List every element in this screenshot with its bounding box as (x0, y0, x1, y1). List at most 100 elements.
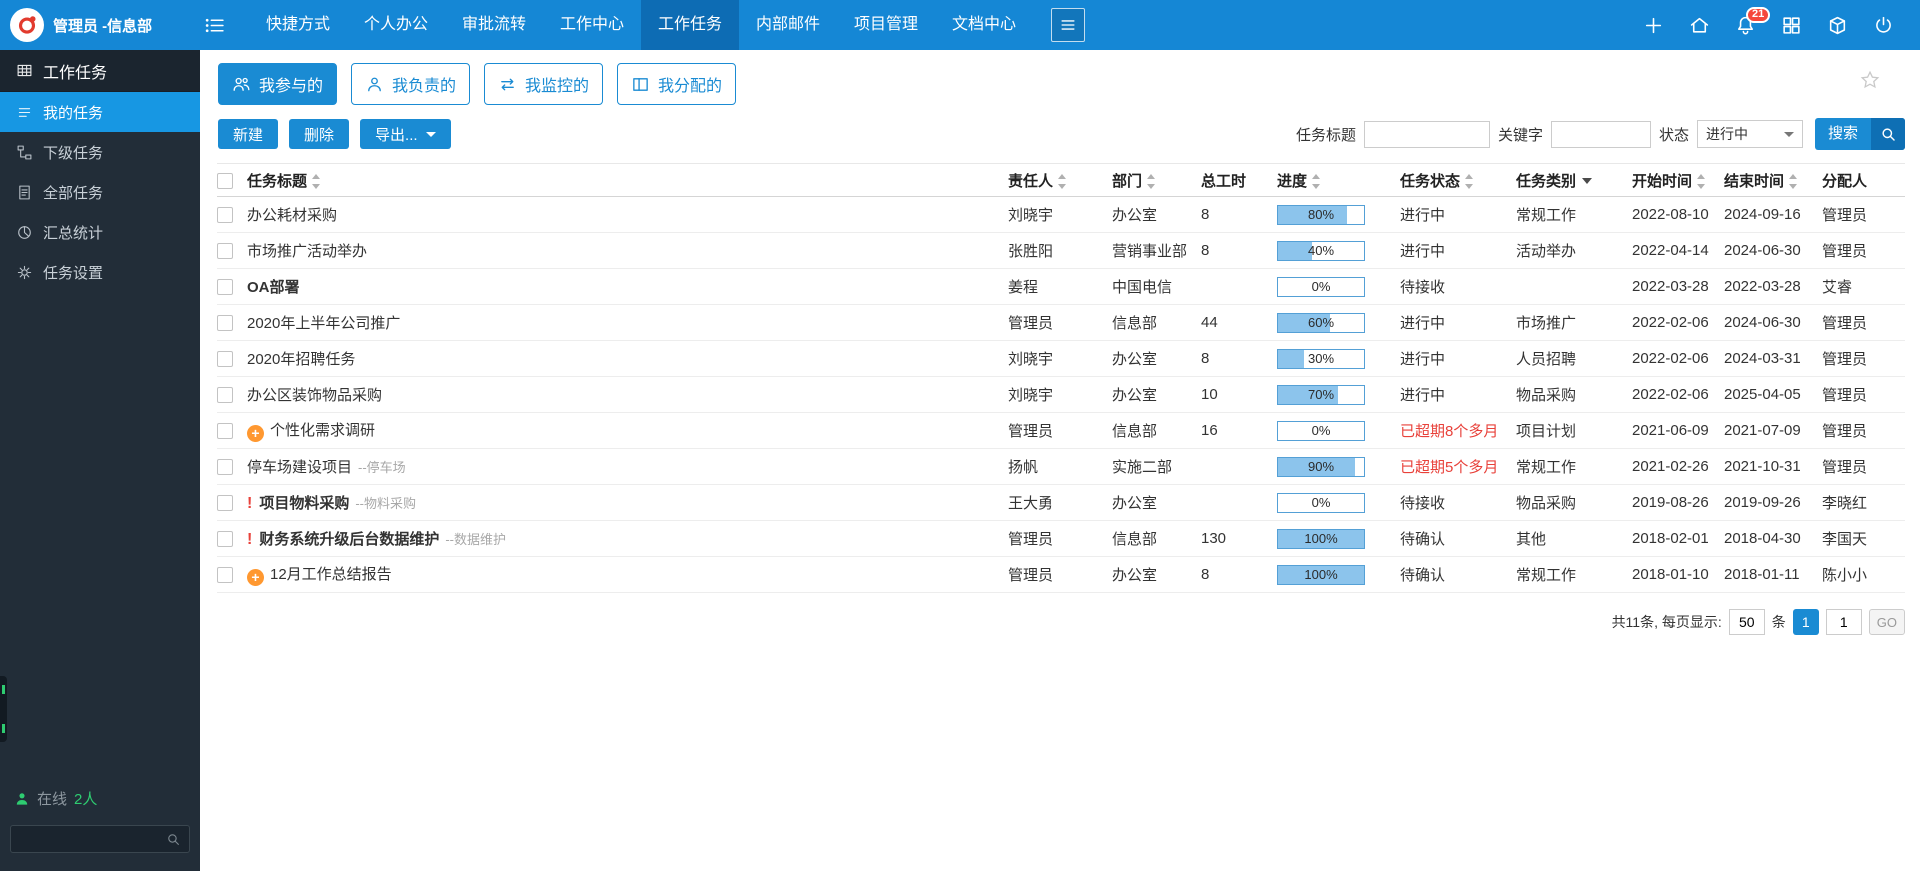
task-title[interactable]: 12月工作总结报告 (270, 566, 392, 583)
task-row[interactable]: 2020年招聘任务 刘晓宇 办公室 8 30% 进行中 人员招聘 2022-02… (217, 340, 1905, 377)
sort-arrows-icon[interactable] (1058, 173, 1067, 189)
favorite-star-icon[interactable] (1860, 70, 1880, 90)
row-checkbox[interactable] (217, 423, 233, 440)
go-button[interactable]: GO (1868, 609, 1905, 635)
task-title[interactable]: 财务系统升级后台数据维护 (259, 531, 439, 548)
delete-button[interactable]: 删除 (289, 119, 350, 149)
topbar-menu-item[interactable]: 文档中心 (935, 0, 1033, 50)
task-row[interactable]: OA部署 姜程 中国电信 0% 待接收 2022-03-28 2022-03-2 (217, 268, 1905, 305)
task-row[interactable]: 财务系统升级后台数据维护--数据维护 管理员 信息部 130 100% 待确认 … (217, 520, 1905, 557)
task-row[interactable]: 项目物料采购 --物料采购 王大勇 办公室 0% 待接收 物品采购 2019-08… (217, 484, 1905, 521)
status-select[interactable]: 进行中 (1696, 120, 1803, 148)
page-number-input[interactable] (1825, 609, 1862, 635)
column-header[interactable]: 部门 (1108, 163, 1197, 197)
row-checkbox[interactable] (217, 315, 233, 332)
plus-icon[interactable] (1643, 15, 1664, 36)
task-title[interactable]: 2020年招聘任务 (247, 351, 355, 368)
column-header[interactable]: 开始时间 (1628, 163, 1720, 197)
filter-caret-icon[interactable] (1582, 177, 1593, 184)
view-tab[interactable]: 我负责的 (351, 63, 471, 105)
task-row[interactable]: 停车场建设项目 --停车场 扬帆 实施二部 90% 已超期5个多月 常规工作 20… (217, 448, 1905, 485)
row-checkbox[interactable] (217, 351, 233, 368)
sort-arrows-icon[interactable] (1465, 173, 1474, 189)
more-menu-icon[interactable] (1051, 8, 1085, 42)
sidebar-item[interactable]: 汇总统计 (0, 212, 200, 252)
home-icon[interactable] (1689, 15, 1710, 36)
current-page-button[interactable]: 1 (1792, 609, 1819, 635)
keyword-input[interactable] (1550, 120, 1651, 148)
row-checkbox[interactable] (217, 279, 233, 296)
sidebar-item[interactable]: 我的任务 (0, 92, 200, 132)
task-dept: 办公室 (1108, 556, 1197, 593)
select-all-checkbox[interactable] (217, 172, 233, 189)
row-checkbox[interactable] (217, 531, 233, 548)
title-filter-input[interactable] (1363, 120, 1490, 148)
task-title[interactable]: 个性化需求调研 (270, 422, 375, 439)
column-header[interactable]: 任务类别 (1512, 163, 1628, 197)
view-tab[interactable]: 我分配的 (617, 63, 737, 105)
column-header[interactable]: 任务状态 (1396, 163, 1512, 197)
title-filter-label: 任务标题 (1295, 126, 1356, 144)
view-tab[interactable]: 我监控的 (484, 63, 604, 105)
sort-arrows-icon[interactable] (312, 173, 321, 189)
task-title[interactable]: 办公区装饰物品采购 (247, 387, 382, 404)
task-hours: 8 (1197, 232, 1273, 269)
new-button[interactable]: 新建 (218, 119, 279, 149)
topbar-menu-item[interactable]: 快捷方式 (249, 0, 347, 50)
task-row[interactable]: 市场推广活动举办 张胜阳 营销事业部 8 40% 进行中 活动举办 2022-0… (217, 232, 1905, 269)
sidebar-item[interactable]: 任务设置 (0, 252, 200, 292)
sidebar-item[interactable]: 全部任务 (0, 172, 200, 212)
column-header[interactable]: 进度 (1273, 163, 1396, 197)
task-dept: 信息部 (1108, 412, 1197, 449)
column-header[interactable]: 责任人 (1004, 163, 1108, 197)
sort-arrows-icon[interactable] (1697, 173, 1706, 189)
task-title[interactable]: 市场推广活动举办 (247, 243, 367, 260)
task-title[interactable]: OA部署 (247, 279, 300, 296)
row-checkbox[interactable] (217, 567, 233, 584)
export-button[interactable]: 导出... (360, 119, 451, 149)
sidebar-search-icon[interactable] (166, 832, 181, 847)
power-icon[interactable] (1873, 15, 1894, 36)
topbar-menu-item[interactable]: 工作任务 (641, 0, 739, 50)
topbar-menu-item[interactable]: 审批流转 (445, 0, 543, 50)
sort-arrows-icon[interactable] (1312, 173, 1321, 189)
search-button[interactable]: 搜索 (1814, 118, 1905, 150)
task-row[interactable]: 2020年上半年公司推广 管理员 信息部 44 60% 进行中 市场推广 202… (217, 304, 1905, 341)
task-title[interactable]: 办公耗材采购 (247, 207, 337, 224)
task-title[interactable]: 项目物料采购 (259, 495, 349, 512)
task-row[interactable]: 12月工作总结报告 管理员 办公室 8 100% 待确认 常规工作 2018-0… (217, 556, 1905, 593)
page-size-input[interactable] (1728, 609, 1765, 635)
column-header[interactable]: 任务标题 (243, 163, 1004, 197)
sidebar-item[interactable]: 下级任务 (0, 132, 200, 172)
column-header[interactable]: 总工时 (1197, 163, 1273, 197)
row-checkbox[interactable] (217, 243, 233, 260)
topbar-menu-item[interactable]: 个人办公 (347, 0, 445, 50)
row-checkbox[interactable] (217, 207, 233, 224)
notifications-bell-icon[interactable]: 21 (1735, 6, 1771, 36)
row-checkbox[interactable] (217, 459, 233, 476)
sort-arrows-icon[interactable] (1147, 173, 1156, 189)
task-row[interactable]: 办公区装饰物品采购 刘晓宇 办公室 10 70% 进行中 物品采购 2022-0… (217, 376, 1905, 413)
task-hours: 16 (1197, 412, 1273, 449)
task-row[interactable]: 办公耗材采购 刘晓宇 办公室 8 80% 进行中 常规工作 2022-08-10… (217, 196, 1905, 233)
sidebar-collapse-handle[interactable] (0, 676, 7, 742)
view-tab[interactable]: 我参与的 (218, 63, 338, 105)
sort-arrows-icon[interactable] (1789, 173, 1798, 189)
sidebar-search-input[interactable] (11, 831, 166, 847)
topbar-menu-item[interactable]: 工作中心 (543, 0, 641, 50)
task-title[interactable]: 停车场建设项目 (247, 459, 352, 476)
package-icon[interactable] (1827, 15, 1848, 36)
apps-grid-icon[interactable] (1781, 15, 1802, 36)
task-category: 项目计划 (1512, 412, 1628, 449)
task-title[interactable]: 2020年上半年公司推广 (247, 315, 400, 332)
task-subtitle: --停车场 (358, 460, 406, 475)
task-row[interactable]: 个性化需求调研 管理员 信息部 16 0% 已超期8个多月 项目计划 2021-… (217, 412, 1905, 449)
topbar-menu-item[interactable]: 项目管理 (837, 0, 935, 50)
topbar-menu-item[interactable]: 内部邮件 (739, 0, 837, 50)
column-header[interactable]: 分配人 (1818, 163, 1905, 197)
row-checkbox[interactable] (217, 495, 233, 512)
hamburger-menu-icon[interactable] (204, 15, 225, 36)
column-header-label: 责任人 (1008, 172, 1054, 190)
column-header[interactable]: 结束时间 (1720, 163, 1818, 197)
row-checkbox[interactable] (217, 387, 233, 404)
